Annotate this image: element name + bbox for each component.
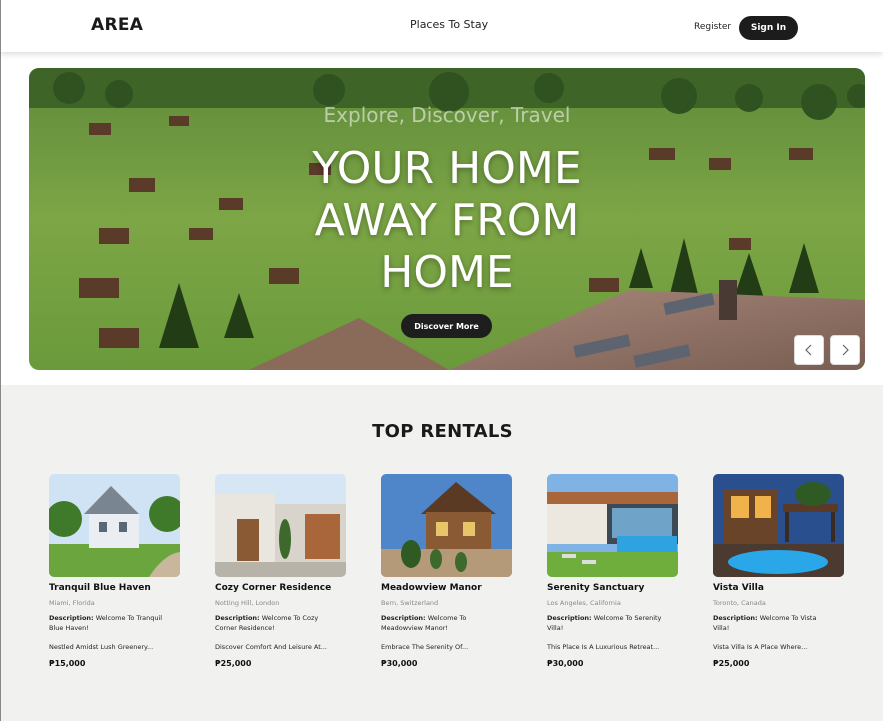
rental-description: Description: Welcome To Meadowview Manor…	[381, 613, 501, 633]
rental-excerpt: Embrace The Serenity Of...	[381, 643, 469, 651]
top-nav-bar: AREA Places To Stay Register Sign In	[0, 0, 883, 52]
register-link[interactable]: Register	[694, 22, 731, 32]
hero-carousel: Explore, Discover, Travel YOUR HOME AWAY…	[29, 68, 865, 370]
section-title: TOP RENTALS	[372, 421, 513, 442]
rental-location: Miami, Florida	[49, 599, 95, 607]
rental-excerpt: Discover Comfort And Leisure At...	[215, 643, 327, 651]
rental-photo[interactable]	[547, 474, 678, 577]
rental-price: ₱30,000	[547, 659, 584, 668]
rental-description: Description: Welcome To Cozy Corner Resi…	[215, 613, 335, 633]
rental-description: Description: Welcome To Serenity Villa!	[547, 613, 667, 633]
site-logo[interactable]: AREA	[91, 15, 143, 35]
description-label: Description:	[547, 614, 592, 622]
top-rentals-section: TOP RENTALS Tranquil Blue Haven Miami, F…	[0, 385, 883, 721]
rental-photo[interactable]	[713, 474, 844, 577]
rental-description: Description: Welcome To Tranquil Blue Ha…	[49, 613, 169, 633]
chevron-left-icon	[805, 344, 812, 356]
rental-card[interactable]: Cozy Corner Residence Notting Hill, Lond…	[215, 474, 347, 668]
rental-price: ₱30,000	[381, 659, 418, 668]
description-label: Description:	[713, 614, 758, 622]
hero-headline: YOUR HOME AWAY FROM HOME	[29, 143, 865, 299]
rental-excerpt: Nestled Amidst Lush Greenery...	[49, 643, 154, 651]
rental-price: ₱25,000	[215, 659, 252, 668]
rental-photo[interactable]	[381, 474, 512, 577]
carousel-prev-button[interactable]	[794, 335, 824, 365]
rental-price: ₱25,000	[713, 659, 750, 668]
rental-photo[interactable]	[215, 474, 346, 577]
hero-headline-line: HOME	[380, 247, 514, 298]
rental-excerpt: Vista Villa Is A Place Where...	[713, 643, 808, 651]
rental-location: Bern, Switzerland	[381, 599, 439, 607]
rental-card[interactable]: Serenity Sanctuary Los Angeles, Californ…	[547, 474, 679, 668]
rental-card[interactable]: Vista Villa Toronto, Canada Description:…	[713, 474, 845, 668]
rental-location: Toronto, Canada	[713, 599, 766, 607]
rental-card[interactable]: Meadowview Manor Bern, Switzerland Descr…	[381, 474, 513, 668]
rental-name[interactable]: Meadowview Manor	[381, 583, 513, 593]
nav-link-places-to-stay[interactable]: Places To Stay	[410, 18, 488, 31]
rental-name[interactable]: Serenity Sanctuary	[547, 583, 679, 593]
rental-name[interactable]: Tranquil Blue Haven	[49, 583, 181, 593]
rental-price: ₱15,000	[49, 659, 86, 668]
carousel-next-button[interactable]	[830, 335, 860, 365]
hero-headline-line: YOUR HOME	[312, 143, 582, 194]
rental-location: Los Angeles, California	[547, 599, 621, 607]
rental-description: Description: Welcome To Vista Villa!	[713, 613, 833, 633]
discover-more-button[interactable]: Discover More	[401, 314, 492, 338]
rental-excerpt: This Place Is A Luxurious Retreat...	[547, 643, 660, 651]
hero-headline-line: AWAY FROM	[314, 195, 580, 246]
rental-name[interactable]: Cozy Corner Residence	[215, 583, 347, 593]
description-label: Description:	[49, 614, 94, 622]
hero-section: Explore, Discover, Travel YOUR HOME AWAY…	[0, 52, 883, 385]
rental-photo[interactable]	[49, 474, 180, 577]
sign-in-button[interactable]: Sign In	[739, 16, 798, 40]
rental-name[interactable]: Vista Villa	[713, 583, 845, 593]
rental-card[interactable]: Tranquil Blue Haven Miami, Florida Descr…	[49, 474, 181, 668]
rental-location: Notting Hill, London	[215, 599, 280, 607]
chevron-right-icon	[842, 344, 849, 356]
hero-tagline: Explore, Discover, Travel	[323, 103, 571, 127]
description-label: Description:	[381, 614, 426, 622]
description-label: Description:	[215, 614, 260, 622]
